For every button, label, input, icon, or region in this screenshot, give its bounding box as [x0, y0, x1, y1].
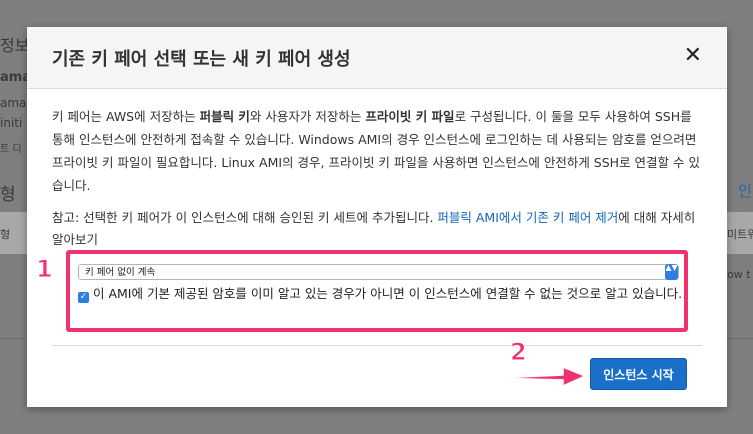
note-text: 참고: 선택한 키 페어가 이 인스턴스에 대해 승인된 키 세트에 추가됩니다… — [52, 207, 707, 251]
intro-text: 키 페어는 AWS에 저장하는 퍼블릭 키와 사용자가 저장하는 프라이빗 키 … — [52, 105, 707, 197]
intro-text-part: 키 페어는 AWS에 저장하는 — [52, 109, 200, 124]
bg-fragment: 형 — [0, 185, 16, 205]
key-pair-select[interactable]: 키 페어 없이 계속 ▲▼ — [78, 264, 679, 280]
modal-title: 기존 키 페어 선택 또는 새 키 페어 생성 — [52, 49, 351, 70]
annotation-step-1: 1 — [36, 255, 54, 284]
bg-fragment: 형 — [0, 228, 11, 241]
footer-divider — [52, 345, 702, 346]
bg-fragment: 미트워 — [727, 228, 753, 241]
close-icon[interactable]: ✕ — [684, 45, 702, 67]
remove-key-pair-link[interactable]: 퍼블릭 AMI에서 기존 키 페어 제거 — [437, 210, 618, 225]
key-pair-modal: 기존 키 페어 선택 또는 새 키 페어 생성 ✕ 키 페어는 AWS에 저장하… — [27, 27, 727, 407]
launch-instance-button[interactable]: 인스턴스 시작 — [590, 358, 687, 390]
private-key-term: 프라이빗 키 파일 — [365, 109, 455, 124]
bg-fragment: 인 — [738, 182, 752, 200]
modal-header: 기존 키 페어 선택 또는 새 키 페어 생성 ✕ — [27, 27, 727, 89]
public-key-term: 퍼블릭 키 — [199, 109, 250, 124]
acknowledge-label: 이 AMI에 기본 제공된 암호를 이미 알고 있는 경우가 아니면 이 인스턴… — [93, 286, 683, 301]
bg-fragment: initi — [0, 116, 23, 130]
note-prefix: 참고: 선택한 키 페어가 이 인스턴스에 대해 승인된 키 세트에 추가됩니다… — [52, 210, 438, 225]
bg-fragment: ow t — [727, 268, 751, 281]
acknowledge-checkbox[interactable]: ✓ — [78, 292, 89, 303]
key-pair-select-value: 키 페어 없이 계속 — [85, 267, 156, 278]
bg-fragment: 트 디 — [0, 144, 22, 155]
intro-text-part: 와 사용자가 저장하는 — [249, 109, 366, 124]
chevron-updown-icon: ▲▼ — [665, 264, 678, 280]
bg-fragment: 정보 — [0, 36, 30, 55]
annotation-arrow-icon — [496, 365, 587, 388]
acknowledge-row: ✓ 이 AMI에 기본 제공된 암호를 이미 알고 있는 경우가 아니면 이 인스… — [78, 284, 683, 304]
